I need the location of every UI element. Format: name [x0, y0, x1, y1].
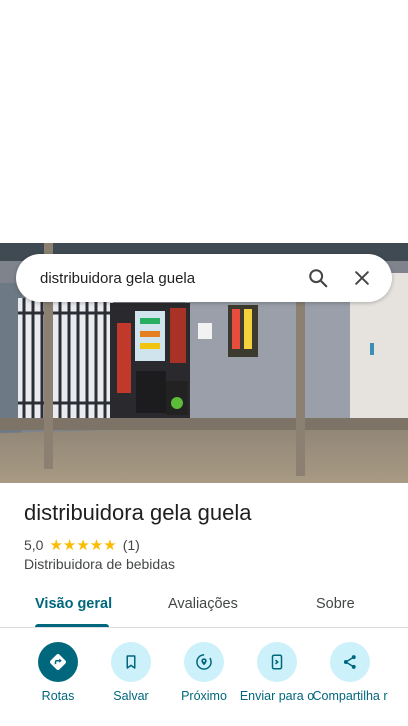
- tab-overview[interactable]: Visão geral: [35, 596, 112, 612]
- place-category[interactable]: Distribuidora de bebidas: [24, 556, 175, 572]
- place-title: distribuidora gela guela: [24, 500, 252, 525]
- review-count[interactable]: (1): [123, 537, 140, 553]
- search-bar[interactable]: distribuidora gela guela: [16, 254, 392, 302]
- tab-reviews[interactable]: Avaliações: [168, 596, 238, 612]
- nearby-label: Próximo: [181, 689, 227, 703]
- bookmark-icon: [111, 642, 151, 682]
- directions-label: Rotas: [41, 689, 75, 703]
- star-rating-icon: ★★★★★: [49, 537, 117, 554]
- close-icon[interactable]: [340, 256, 384, 300]
- send-to-phone-button[interactable]: Enviar para o: [237, 642, 317, 703]
- save-label: Salvar: [113, 689, 149, 703]
- share-button[interactable]: Compartilha r: [310, 642, 390, 703]
- directions-icon: [38, 642, 78, 682]
- directions-button[interactable]: Rotas: [18, 642, 98, 703]
- map-area: [0, 0, 408, 243]
- active-tab-indicator: [35, 624, 109, 627]
- nearby-button[interactable]: Próximo: [164, 642, 244, 703]
- rating-value: 5,0: [24, 537, 44, 553]
- save-button[interactable]: Salvar: [91, 642, 171, 703]
- send-to-phone-label: Enviar para o: [239, 689, 315, 703]
- send-to-phone-icon: [257, 642, 297, 682]
- tab-about[interactable]: Sobre: [316, 596, 355, 612]
- search-input[interactable]: distribuidora gela guela: [16, 270, 296, 287]
- search-icon[interactable]: [296, 256, 340, 300]
- place-tabs: Visão geral Avaliações Sobre: [0, 584, 408, 628]
- nearby-icon: [184, 642, 224, 682]
- rating-row[interactable]: 5,0 ★★★★★ (1): [24, 536, 140, 554]
- share-icon: [330, 642, 370, 682]
- share-label: Compartilha r: [312, 689, 388, 703]
